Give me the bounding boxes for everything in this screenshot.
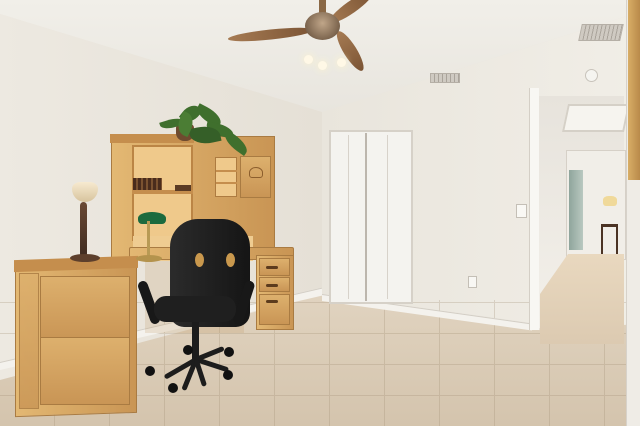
cubby-shelf (216, 170, 237, 172)
far-table-lamp (603, 196, 617, 206)
bedroom-office-photo (0, 0, 640, 426)
shelf-books (133, 178, 162, 190)
closet-door-panel (387, 135, 404, 299)
cubby-shelf (216, 182, 237, 184)
fan-light-bulb (318, 61, 327, 70)
chair-back-cutout (195, 253, 204, 267)
ceiling-vent (578, 24, 624, 41)
fan-light-bulb (337, 58, 346, 67)
shelf-ornament (175, 185, 191, 191)
chair-caster (168, 383, 178, 393)
ceiling-fan (305, 12, 340, 40)
door-frame (529, 88, 539, 330)
chair-caster (224, 347, 234, 357)
cabinet-edge (628, 0, 640, 180)
bankers-desk-lamp (138, 212, 166, 224)
cabinet-door-ornament (249, 167, 263, 178)
drawer-handle (266, 300, 278, 303)
chair-caster (183, 345, 193, 355)
hall-ceiling-light (562, 104, 630, 132)
smoke-detector (585, 69, 598, 82)
file-cabinet-drawer (40, 337, 130, 405)
far-side-table (601, 224, 618, 254)
fan-light-bulb (304, 55, 313, 64)
table-lamp (80, 202, 87, 257)
closet-door-panel (348, 135, 365, 299)
desk-lamp-base (136, 255, 162, 262)
table-lamp-base (70, 254, 100, 262)
chair-back-cutout (226, 253, 235, 267)
file-cabinet-side-panel (19, 273, 39, 409)
desk-lamp-stem (147, 221, 150, 259)
drawer-handle (266, 266, 278, 269)
light-switch (516, 204, 527, 218)
window-curtain (569, 170, 583, 250)
wall-outlet (468, 276, 477, 288)
small-ceiling-vent (430, 73, 460, 83)
hutch-cubby (215, 157, 237, 197)
chair-seat (154, 296, 236, 322)
drawer-handle (266, 284, 278, 287)
desk-drawer (259, 294, 290, 325)
closet-door-seam (365, 133, 367, 301)
file-cabinet-drawer (40, 276, 130, 341)
chair-caster (145, 366, 155, 376)
chair-caster (223, 370, 233, 380)
